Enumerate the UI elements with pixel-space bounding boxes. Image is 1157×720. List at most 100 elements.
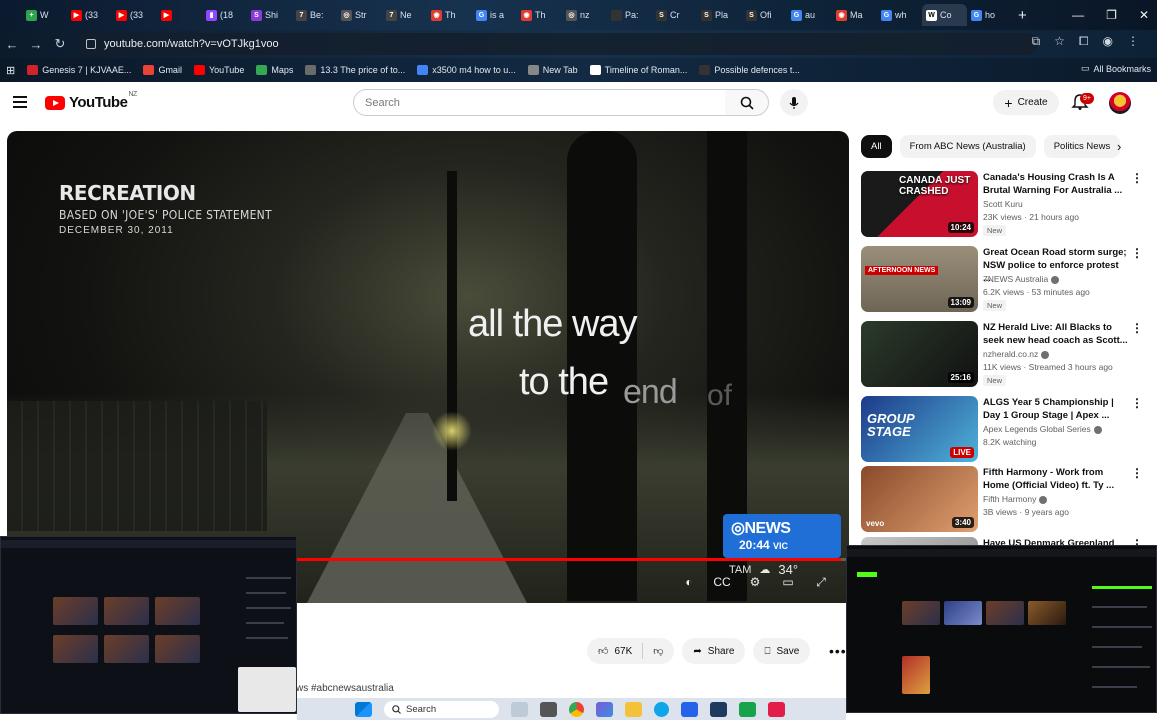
fullscreen-icon[interactable]: ⤢ — [812, 575, 830, 589]
apps-grid-icon[interactable]: ⊞ — [6, 64, 15, 77]
save-button[interactable]: ⎕ Save — [753, 638, 811, 664]
filter-chip[interactable]: All — [861, 135, 892, 158]
chrome-icon[interactable] — [569, 701, 584, 717]
recommendation-title[interactable]: Canada's Housing Crash Is A Brutal Warni… — [983, 171, 1128, 197]
app-icon[interactable] — [710, 701, 727, 717]
back-icon[interactable]: ← — [0, 37, 24, 52]
recommendation-title[interactable]: ALGS Year 5 Championship | Day 1 Group S… — [983, 396, 1128, 422]
bookmark-item[interactable]: Maps — [256, 65, 293, 75]
app-icon[interactable] — [596, 701, 613, 717]
browser-tab[interactable]: Gis a — [472, 4, 517, 26]
app-icon[interactable] — [681, 701, 698, 717]
create-button[interactable]: + Create — [993, 90, 1059, 115]
like-button[interactable]: 👍︎ 67K 👎︎ — [587, 638, 675, 664]
browser-tab[interactable]: ◉ Th — [517, 4, 562, 26]
more-options-icon[interactable]: ⋮ — [1131, 466, 1143, 480]
video-thumbnail[interactable]: AFTERNOON NEWS 13:09 — [861, 246, 978, 312]
pip-window-left[interactable] — [0, 536, 297, 714]
restore-icon[interactable]: ❐ — [1106, 8, 1117, 22]
bookmark-item[interactable]: Gmail — [143, 65, 182, 75]
recommendation-title[interactable]: Fifth Harmony - Work from Home (Official… — [983, 466, 1128, 492]
task-view-icon[interactable] — [511, 701, 528, 717]
search-button[interactable] — [725, 89, 769, 116]
channel-name[interactable]: Scott Kuru — [983, 199, 1023, 209]
more-options-icon[interactable]: ⋮ — [1131, 321, 1143, 335]
browser-tab[interactable]: ▶ — [157, 4, 202, 26]
browser-tab[interactable]: ◎ nz — [562, 4, 607, 26]
video-player[interactable]: RECREATION BASED ON 'JOE'S' POLICE STATE… — [7, 131, 849, 603]
more-options-icon[interactable]: ⋮ — [1131, 171, 1143, 185]
chevron-right-icon[interactable]: › — [1117, 139, 1121, 154]
browser-tab[interactable]: W Co — [922, 4, 967, 26]
browser-tab[interactable]: S Cr — [652, 4, 697, 26]
bookmark-item[interactable]: YouTube — [193, 65, 244, 75]
video-hashtag[interactable]: ws #abcnewsaustralia — [296, 683, 394, 694]
share-button[interactable]: ➦ Share — [682, 638, 746, 664]
address-bar[interactable]: youtube.com/watch?v=vOTJkg1voo — [78, 33, 1038, 55]
captions-icon[interactable]: CC — [713, 575, 731, 589]
video-thumbnail[interactable]: 25:16 — [861, 321, 978, 387]
miniplayer-icon[interactable]: ▭ — [779, 575, 797, 589]
pip-window-right[interactable] — [846, 545, 1157, 713]
browser-tab[interactable]: S Shi — [247, 4, 292, 26]
browser-tab[interactable]: S Ofi — [742, 4, 787, 26]
autoplay-toggle-icon[interactable]: ◐ — [680, 575, 698, 589]
menu-icon[interactable]: ⋮ — [1127, 34, 1139, 49]
bookmark-item[interactable]: Genesis 7 | KJVAAE... — [27, 65, 131, 75]
channel-name[interactable]: Apex Legends Global Series — [983, 424, 1091, 434]
file-window-icon[interactable] — [540, 701, 557, 717]
bookmark-item[interactable]: New Tab — [527, 65, 578, 75]
site-info-icon[interactable] — [86, 39, 96, 49]
windows-start-icon[interactable] — [355, 701, 372, 717]
file-explorer-icon[interactable] — [625, 701, 642, 717]
browser-tab[interactable]: Pa: — [607, 4, 652, 26]
new-tab-icon[interactable]: + — [1018, 7, 1027, 24]
recommendation-item[interactable]: 25:16 NZ Herald Live: All Blacks to seek … — [861, 321, 1146, 391]
browser-tab[interactable]: ▶ (33 — [67, 4, 112, 26]
app-icon[interactable] — [768, 701, 785, 717]
browser-tab[interactable]: + W — [22, 4, 67, 26]
all-bookmarks[interactable]: ▭ All Bookmarks — [1081, 63, 1151, 74]
app-icon[interactable] — [739, 701, 756, 717]
recommendation-item[interactable]: Have US Denmark Greenland ⋮ — [861, 537, 1146, 545]
bookmark-item[interactable]: 13.3 The price of to... — [305, 65, 405, 75]
taskbar-search[interactable]: Search — [384, 700, 499, 718]
browser-tab[interactable]: ◉ Th — [427, 4, 472, 26]
video-thumbnail[interactable]: vevo 3:40 — [861, 466, 978, 532]
channel-name[interactable]: nzherald.co.nz — [983, 349, 1038, 359]
bookmark-item[interactable]: x3500 m4 how to u... — [417, 65, 516, 75]
browser-tab[interactable]: ◎ Str — [337, 4, 382, 26]
browser-tab[interactable]: Gho — [967, 4, 1012, 26]
video-thumbnail[interactable] — [861, 537, 978, 545]
browser-tab[interactable]: 7 Ne — [382, 4, 427, 26]
install-app-icon[interactable]: ⧉ — [1032, 34, 1041, 49]
video-thumbnail[interactable]: CANADA JUST CRASHED 10:24 — [861, 171, 978, 237]
reload-icon[interactable]: ↻ — [48, 36, 72, 52]
browser-tab[interactable]: 7 Be: — [292, 4, 337, 26]
channel-name[interactable]: Fifth Harmony — [983, 494, 1036, 504]
more-actions-icon[interactable]: ••• — [829, 643, 847, 659]
filter-chip[interactable]: Politics News — [1043, 135, 1121, 158]
channel-name[interactable]: 7NEWS Australia — [983, 274, 1048, 284]
forward-icon[interactable]: → — [24, 37, 48, 52]
bookmark-item[interactable]: Timeline of Roman... — [589, 65, 687, 75]
thumbs-down-icon[interactable]: 👎︎ — [653, 645, 663, 657]
search-input[interactable]: Search — [353, 89, 726, 116]
browser-tab[interactable]: S Pla — [697, 4, 742, 26]
bookmark-item[interactable]: Possible defences t... — [699, 65, 800, 75]
voice-search-button[interactable] — [780, 89, 808, 116]
video-thumbnail[interactable]: GROUP STAGE LIVE — [861, 396, 978, 462]
browser-tab[interactable]: ◉ Ma — [832, 4, 877, 26]
browser-tab[interactable]: Gau — [787, 4, 832, 26]
filter-chip[interactable]: From ABC News (Australia) — [899, 135, 1036, 158]
more-options-icon[interactable]: ⋮ — [1131, 537, 1143, 545]
account-avatar[interactable] — [1109, 92, 1131, 114]
minimize-icon[interactable]: — — [1072, 8, 1084, 22]
edge-icon[interactable] — [654, 701, 669, 717]
profile-icon[interactable]: ◉ — [1103, 34, 1113, 49]
settings-gear-icon[interactable]: ⚙ — [746, 575, 764, 589]
hamburger-menu-icon[interactable] — [13, 96, 27, 111]
more-options-icon[interactable]: ⋮ — [1131, 396, 1143, 410]
close-window-icon[interactable]: ✕ — [1139, 8, 1149, 22]
recommendation-title[interactable]: NZ Herald Live: All Blacks to seek new h… — [983, 321, 1128, 347]
